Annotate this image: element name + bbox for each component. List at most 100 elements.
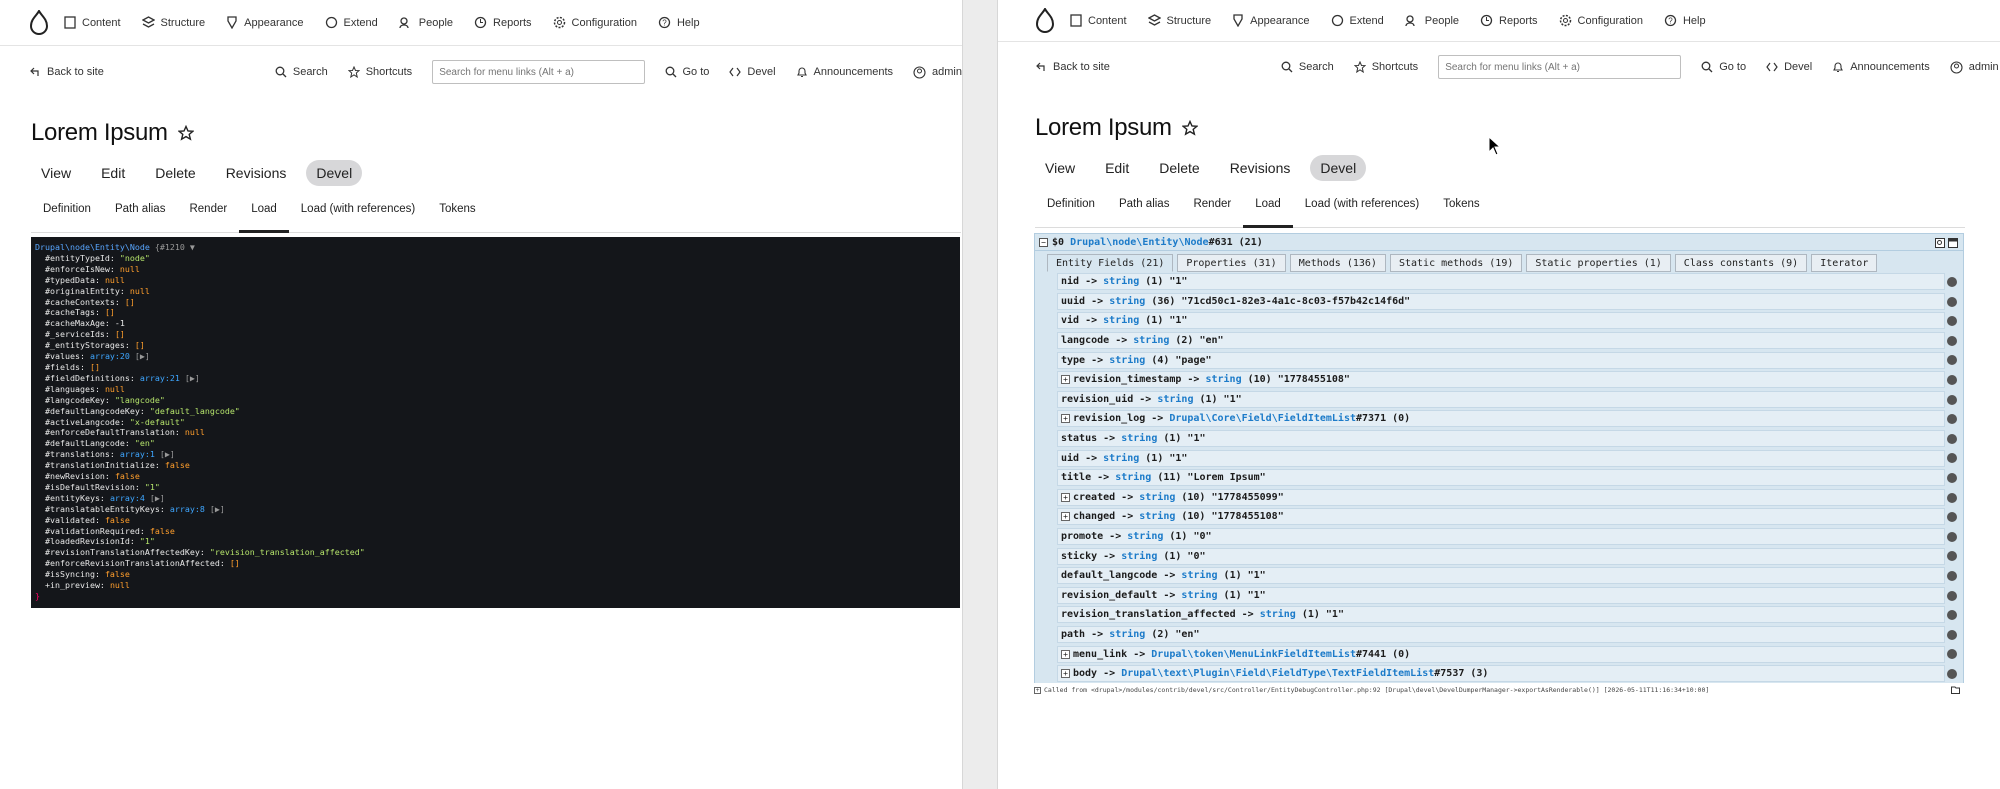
star-icon[interactable] — [177, 125, 194, 141]
toolbar-reports[interactable]: Reports — [1480, 14, 1538, 27]
kint-header[interactable]: − $0 Drupal\node\Entity\Node #631 (21) — [1034, 233, 1964, 251]
access-path-icon[interactable] — [1947, 590, 1957, 601]
shortcuts-button[interactable]: Shortcuts — [347, 66, 412, 78]
toolbar-configuration[interactable]: Configuration — [553, 16, 637, 29]
access-path-icon[interactable] — [1947, 335, 1957, 346]
kint-tab[interactable]: Entity Fields (21) — [1047, 254, 1174, 272]
kint-row[interactable]: default_langcode -> string (1) "1" — [1034, 565, 1964, 586]
tab-definition[interactable]: Definition — [1035, 188, 1107, 227]
tab-load-with-references[interactable]: Load (with references) — [289, 193, 427, 232]
kint-row[interactable]: promote -> string (1) "0" — [1034, 526, 1964, 547]
access-path-icon[interactable] — [1947, 374, 1957, 385]
kint-row[interactable]: revision_uid -> string (1) "1" — [1034, 389, 1964, 410]
tab-load[interactable]: Load — [239, 193, 289, 233]
toolbar-structure[interactable]: Structure — [1147, 14, 1211, 27]
symfony-var-dump[interactable]: Drupal\node\Entity\Node {#1210 ▼ #entity… — [31, 237, 960, 608]
expand-icon[interactable]: + — [1061, 375, 1070, 385]
kint-row[interactable]: + revision_timestamp -> string (10) "17784… — [1034, 369, 1964, 390]
window-divider[interactable] — [962, 0, 998, 789]
tab-revisions[interactable]: Revisions — [216, 160, 297, 186]
kint-row[interactable]: uid -> string (1) "1" — [1034, 448, 1964, 468]
kint-row[interactable]: revision_translation_affected -> string (… — [1034, 605, 1964, 625]
folder-icon[interactable] — [1951, 686, 1960, 695]
toolbar-content[interactable]: Content — [1070, 14, 1127, 27]
kint-row[interactable]: uuid -> string (36) "71cd50c1-82e3-4a1c-8… — [1034, 291, 1964, 312]
access-path-icon[interactable] — [1947, 414, 1957, 425]
access-path-icon[interactable] — [1947, 433, 1957, 444]
expand-icon[interactable]: + — [1061, 512, 1070, 522]
star-icon[interactable] — [1181, 120, 1198, 136]
kint-row[interactable]: + changed -> string (10) "1778455108" — [1034, 507, 1964, 527]
tab-render[interactable]: Render — [177, 193, 239, 232]
kint-row[interactable]: + menu_link -> Drupal\token\MenuLinkField… — [1034, 644, 1964, 664]
access-path-icon[interactable] — [1947, 531, 1957, 542]
access-path-icon[interactable] — [1947, 649, 1957, 660]
tab-load-with-references[interactable]: Load (with references) — [1293, 188, 1431, 227]
tab-tokens[interactable]: Tokens — [427, 193, 487, 232]
access-path-icon[interactable] — [1947, 629, 1957, 640]
back-to-site-link[interactable]: Back to site — [30, 66, 104, 78]
tab-devel[interactable]: Devel — [1310, 155, 1367, 181]
goto-button[interactable]: Go to — [1701, 61, 1746, 73]
tab-edit[interactable]: Edit — [91, 160, 135, 186]
expand-icon[interactable]: + — [1061, 492, 1070, 502]
kint-row[interactable]: + revision_log -> Drupal\Core\Field\Field… — [1034, 409, 1964, 429]
access-path-icon[interactable] — [1947, 355, 1957, 366]
access-path-icon[interactable] — [1947, 668, 1957, 679]
expand-icon[interactable]: + — [1061, 669, 1070, 679]
kint-tab[interactable]: Properties (31) — [1177, 254, 1286, 272]
access-path-icon[interactable] — [1947, 453, 1957, 464]
toolbar-people[interactable]: People — [1405, 14, 1459, 27]
user-menu[interactable]: admin — [1950, 60, 1999, 74]
drupal-logo-icon[interactable] — [28, 9, 50, 36]
kint-row[interactable]: sticky -> string (1) "0" — [1034, 546, 1964, 566]
toolbar-extend[interactable]: Extend — [1331, 14, 1384, 27]
window-icon[interactable] — [1948, 238, 1958, 248]
toolbar-configuration[interactable]: Configuration — [1559, 14, 1643, 27]
access-path-icon[interactable] — [1947, 472, 1957, 483]
access-path-icon[interactable] — [1947, 551, 1957, 562]
announcements-button[interactable]: Announcements — [1832, 61, 1930, 73]
back-to-site-link[interactable]: Back to site — [1036, 61, 1110, 73]
tab-view[interactable]: View — [1035, 155, 1085, 181]
drupal-logo-icon[interactable] — [1034, 7, 1056, 34]
toolbar-content[interactable]: Content — [64, 16, 121, 29]
goto-button[interactable]: Go to — [665, 66, 709, 78]
toolbar-reports[interactable]: Reports — [474, 16, 532, 29]
tab-revisions[interactable]: Revisions — [1220, 155, 1301, 181]
collapse-icon[interactable]: − — [1039, 237, 1048, 247]
access-path-icon[interactable] — [1947, 394, 1957, 405]
kint-row[interactable]: vid -> string (1) "1" — [1034, 311, 1964, 331]
toolbar-appearance[interactable]: Appearance — [226, 16, 304, 29]
access-path-icon[interactable] — [1947, 316, 1957, 327]
search-icon[interactable] — [1935, 238, 1945, 248]
kint-row[interactable]: status -> string (1) "1" — [1034, 428, 1964, 449]
shortcuts-button[interactable]: Shortcuts — [1353, 61, 1418, 73]
kint-tab[interactable]: Static properties (1) — [1526, 254, 1671, 272]
access-path-icon[interactable] — [1947, 296, 1957, 307]
access-path-icon[interactable] — [1947, 512, 1957, 523]
announcements-button[interactable]: Announcements — [796, 66, 893, 78]
tab-render[interactable]: Render — [1181, 188, 1243, 227]
access-path-icon[interactable] — [1947, 492, 1957, 503]
toolbar-appearance[interactable]: Appearance — [1232, 14, 1310, 27]
expand-icon[interactable]: + — [1034, 686, 1041, 694]
expand-icon[interactable]: + — [1061, 414, 1070, 424]
kint-row[interactable]: langcode -> string (2) "en" — [1034, 330, 1964, 351]
tab-view[interactable]: View — [31, 160, 81, 186]
tab-devel[interactable]: Devel — [306, 160, 363, 186]
toolbar-people[interactable]: People — [399, 16, 453, 29]
tab-path-alias[interactable]: Path alias — [103, 193, 178, 232]
kint-row[interactable]: path -> string (2) "en" — [1034, 624, 1964, 645]
user-menu[interactable]: admin — [913, 65, 962, 79]
kint-row[interactable]: type -> string (4) "page" — [1034, 350, 1964, 370]
access-path-icon[interactable] — [1947, 570, 1957, 581]
kint-row[interactable]: nid -> string (1) "1" — [1034, 272, 1964, 292]
kint-tab[interactable]: Iterator — [1811, 254, 1878, 272]
tab-load[interactable]: Load — [1243, 188, 1293, 228]
kint-tab[interactable]: Class constants (9) — [1674, 254, 1808, 272]
tab-edit[interactable]: Edit — [1095, 155, 1139, 181]
toolbar-extend[interactable]: Extend — [325, 16, 378, 29]
kint-row[interactable]: + created -> string (10) "1778455099" — [1034, 487, 1964, 508]
expand-icon[interactable]: + — [1061, 649, 1070, 659]
